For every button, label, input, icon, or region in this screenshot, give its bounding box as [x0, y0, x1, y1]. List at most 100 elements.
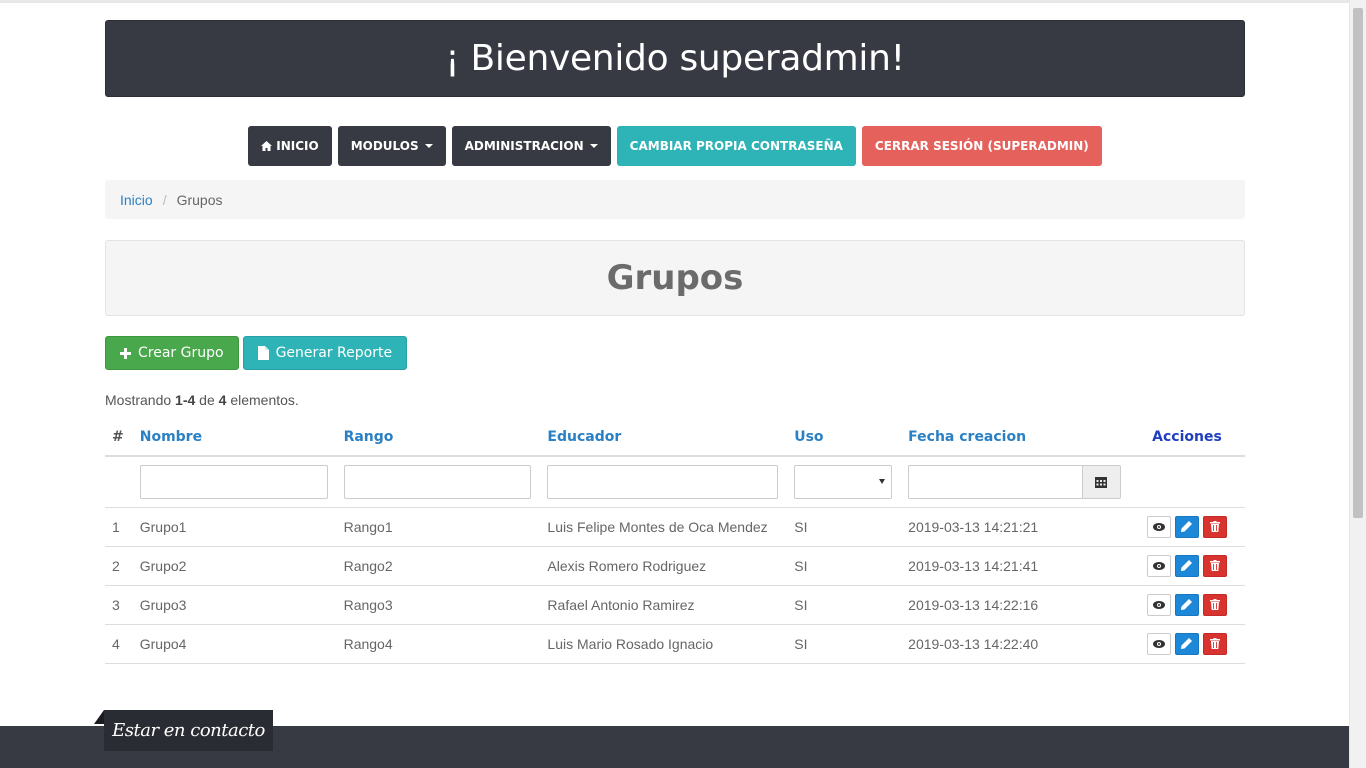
pencil-icon [1181, 638, 1193, 649]
eye-icon [1152, 600, 1165, 609]
header-acciones: Acciones [1128, 418, 1245, 457]
header-num: # [105, 418, 132, 457]
edit-button[interactable] [1174, 554, 1199, 577]
delete-button[interactable] [1202, 593, 1227, 616]
nav-administracion-label: ADMINISTRACION [464, 139, 584, 153]
logout-button[interactable]: CERRAR SESIÓN (SUPERADMIN) [861, 126, 1102, 166]
plus-icon [120, 347, 131, 359]
delete-button[interactable] [1202, 554, 1227, 577]
cell-acciones [1128, 624, 1245, 664]
welcome-title: ¡ Bienvenido superadmin! [445, 38, 905, 79]
cell-num: 3 [105, 585, 132, 625]
create-group-label: Crear Grupo [138, 345, 224, 361]
header-rango[interactable]: Rango [335, 418, 540, 457]
cell-rango: Rango4 [335, 624, 540, 664]
cell-rango: Rango2 [335, 546, 540, 586]
table-row: 4 Grupo4 Rango4 Luis Mario Rosado Ignacio SI… [105, 624, 1245, 664]
table-body: 1 Grupo1 Rango1 Luis Felipe Montes de Oca M… [105, 507, 1245, 664]
change-password-label: CAMBIAR PROPIA CONTRASEÑA [629, 139, 843, 153]
pencil-icon [1181, 560, 1193, 571]
eye-icon [1152, 561, 1165, 570]
cell-educador: Alexis Romero Rodriguez [539, 546, 787, 586]
filter-uso-select[interactable] [794, 464, 893, 499]
table-row: 1 Grupo1 Rango1 Luis Felipe Montes de Oca M… [105, 507, 1245, 547]
logout-label: CERRAR SESIÓN (SUPERADMIN) [874, 139, 1089, 153]
chevron-down-icon [879, 478, 886, 484]
vertical-scrollbar[interactable] [1349, 0, 1366, 768]
header-nombre[interactable]: Nombre [131, 418, 336, 457]
header-educador[interactable]: Educador [539, 418, 787, 457]
delete-button[interactable] [1202, 515, 1227, 538]
contact-tab-fold [94, 710, 104, 724]
calendar-button[interactable] [1082, 464, 1121, 499]
header-uso[interactable]: Uso [786, 418, 901, 457]
generate-report-button[interactable]: Generar Reporte [242, 336, 408, 370]
breadcrumb-current: Grupos [176, 191, 223, 208]
filter-fecha-cell [900, 456, 1129, 508]
cell-acciones [1128, 546, 1245, 586]
filter-educador-input[interactable] [547, 464, 779, 499]
cell-nombre: Grupo1 [131, 507, 336, 547]
edit-button[interactable] [1174, 632, 1199, 655]
create-group-button[interactable]: Crear Grupo [105, 336, 239, 370]
page-title-panel: Grupos [105, 240, 1245, 316]
page-title: Grupos [606, 258, 744, 298]
main-nav: INICIO MODULOS ADMINISTRACION CAMBIAR PR… [105, 126, 1245, 166]
scrollbar-thumb[interactable] [1353, 8, 1363, 518]
calendar-icon [1095, 476, 1108, 488]
cell-fecha: 2019-03-13 14:22:16 [900, 585, 1129, 625]
filter-fecha-input[interactable] [908, 464, 1083, 499]
filter-nombre-cell [131, 456, 336, 508]
view-button[interactable] [1146, 554, 1171, 577]
cell-educador: Luis Mario Rosado Ignacio [539, 624, 787, 664]
header-fecha[interactable]: Fecha creacion [900, 418, 1129, 457]
view-button[interactable] [1146, 515, 1171, 538]
table-header-row: # Nombre Rango Educador Uso Fecha creaci… [105, 418, 1245, 457]
cell-uso: SI [786, 507, 901, 547]
filter-nombre-input[interactable] [139, 464, 328, 499]
cell-uso: SI [786, 546, 901, 586]
cell-rango: Rango3 [335, 585, 540, 625]
cell-uso: SI [786, 585, 901, 625]
contact-label: Estar en contacto [112, 720, 265, 741]
chevron-down-icon [424, 144, 433, 148]
cell-nombre: Grupo3 [131, 585, 336, 625]
cell-num: 1 [105, 507, 132, 547]
change-password-button[interactable]: CAMBIAR PROPIA CONTRASEÑA [616, 126, 856, 166]
welcome-banner: ¡ Bienvenido superadmin! [105, 20, 1245, 97]
filter-rango-input[interactable] [343, 464, 532, 499]
contact-tab[interactable]: Estar en contacto [104, 710, 273, 751]
delete-button[interactable] [1202, 632, 1227, 655]
summary-total: 4 [218, 392, 227, 408]
edit-button[interactable] [1174, 593, 1199, 616]
table-row: 2 Grupo2 Rango2 Alexis Romero Rodriguez SI 20… [105, 546, 1245, 586]
view-button[interactable] [1146, 593, 1171, 616]
cell-num: 2 [105, 546, 132, 586]
cell-fecha: 2019-03-13 14:21:21 [900, 507, 1129, 547]
edit-button[interactable] [1174, 515, 1199, 538]
trash-icon [1209, 521, 1220, 532]
action-buttons: Crear Grupo Generar Reporte [105, 336, 1245, 370]
trash-icon [1209, 599, 1220, 610]
summary-range: 1-4 [175, 392, 196, 408]
view-button[interactable] [1146, 632, 1171, 655]
results-summary: Mostrando 1-4 de 4 elementos. [105, 392, 1245, 408]
nav-administracion-dropdown[interactable]: ADMINISTRACION [451, 126, 611, 166]
row-actions [1137, 593, 1237, 616]
filter-num-cell [105, 456, 132, 508]
summary-mid: de [199, 392, 215, 408]
summary-suffix: elementos. [230, 392, 299, 408]
breadcrumb-home-link[interactable]: Inicio [120, 192, 153, 208]
nav-modulos-dropdown[interactable]: MODULOS [337, 126, 446, 166]
eye-icon [1152, 522, 1165, 531]
row-actions [1137, 554, 1237, 577]
row-actions [1137, 632, 1237, 655]
cell-rango: Rango1 [335, 507, 540, 547]
cell-acciones [1128, 507, 1245, 547]
pencil-icon [1181, 599, 1193, 610]
generate-report-label: Generar Reporte [275, 345, 393, 361]
nav-inicio-button[interactable]: INICIO [248, 126, 332, 166]
summary-prefix: Mostrando [105, 392, 172, 408]
row-actions [1137, 515, 1237, 538]
nav-inicio-label: INICIO [276, 139, 319, 153]
